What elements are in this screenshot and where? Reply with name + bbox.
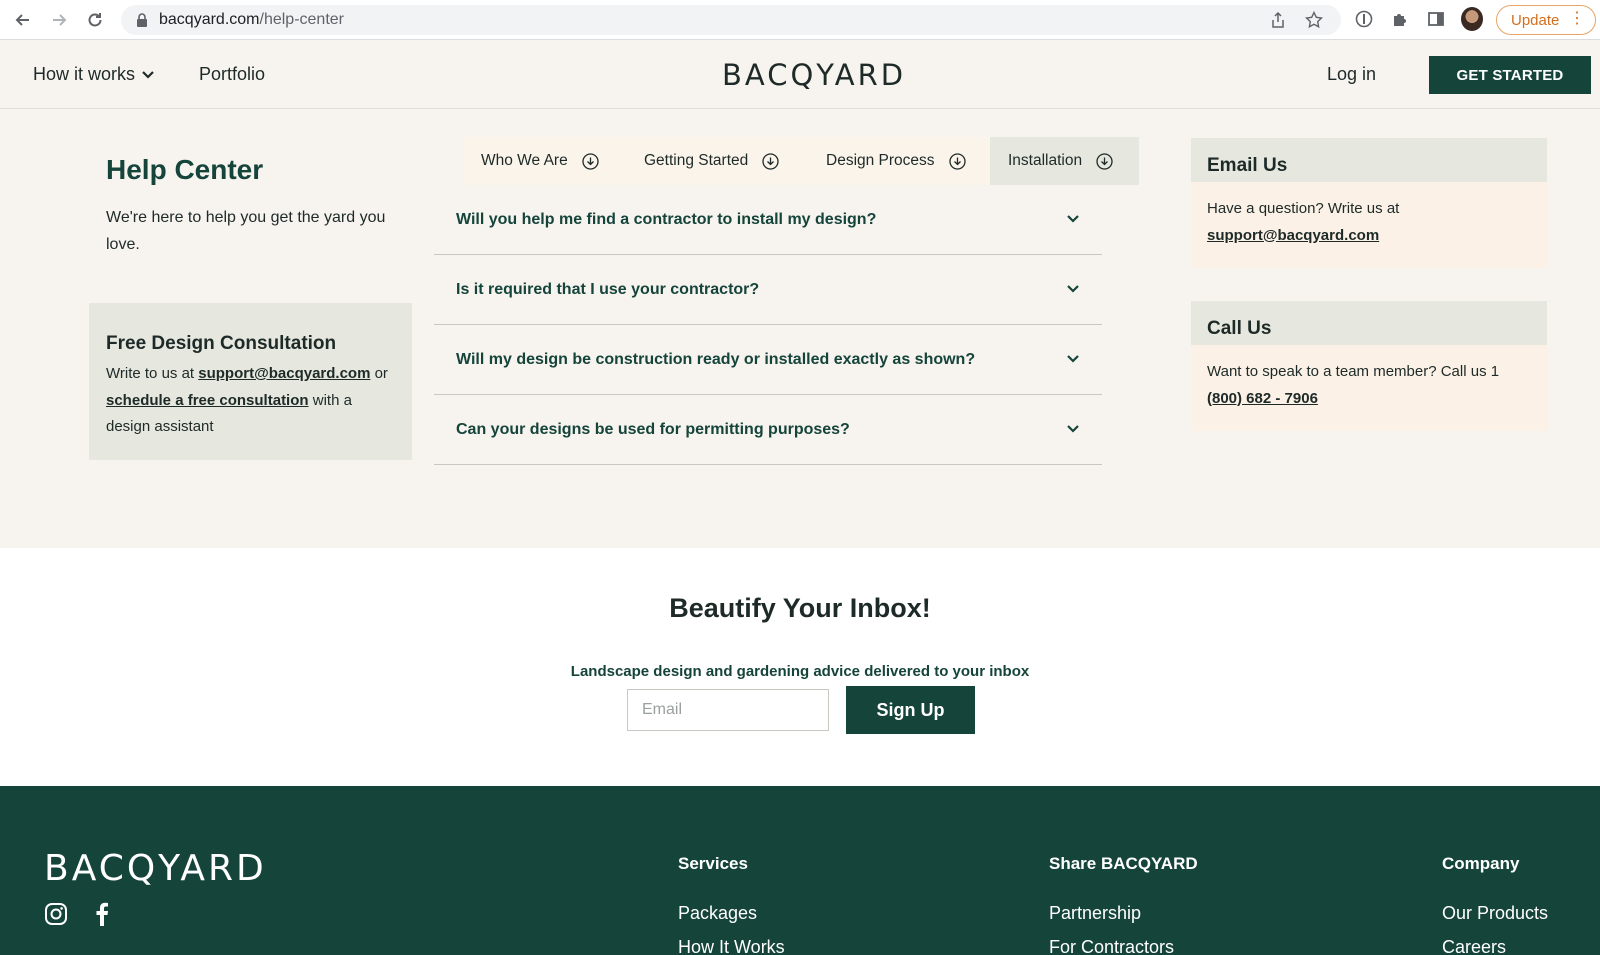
footer-heading-company: Company xyxy=(1442,854,1520,873)
reload-icon[interactable] xyxy=(82,7,108,33)
sign-up-button[interactable]: Sign Up xyxy=(846,686,975,734)
footer-link-partnership[interactable]: Partnership xyxy=(1049,900,1198,934)
share-icon[interactable] xyxy=(1269,11,1287,29)
consultation-title: Free Design Consultation xyxy=(106,333,337,354)
arrow-down-circle-icon xyxy=(582,152,599,170)
consultation-text-mid: or xyxy=(370,365,388,382)
site-footer: BACQYARD Services Packages How It Works … xyxy=(0,786,1600,955)
call-us-title: Call Us xyxy=(1191,301,1547,345)
consultation-text: Write to us at support@bacqyard.com or s… xyxy=(106,361,396,441)
bookmark-star-icon[interactable] xyxy=(1305,11,1323,29)
help-center-main: Help Center We're here to help you get t… xyxy=(0,110,1600,548)
password-manager-icon[interactable] xyxy=(1353,8,1375,30)
get-started-button[interactable]: GET STARTED xyxy=(1429,56,1591,94)
tab-label: Installation xyxy=(1008,152,1083,169)
faq-item[interactable]: Is it required that I use your contracto… xyxy=(434,255,1102,325)
tab-label: Getting Started xyxy=(644,152,749,169)
email-us-text: Have a question? Write us at xyxy=(1207,200,1400,217)
tab-label: Who We Are xyxy=(481,152,568,169)
footer-link-careers[interactable]: Careers xyxy=(1442,934,1548,955)
update-button[interactable]: Update ⋮ xyxy=(1496,5,1596,35)
chevron-down-icon xyxy=(1067,285,1079,293)
arrow-down-circle-icon xyxy=(762,152,779,170)
faq-item[interactable]: Will you help me find a contractor to in… xyxy=(434,185,1102,255)
avatar xyxy=(1461,7,1483,31)
lock-icon xyxy=(137,13,147,27)
arrow-down-circle-icon xyxy=(1096,152,1113,170)
profile-avatar[interactable] xyxy=(1461,7,1483,31)
site-logo[interactable]: BACQYARD xyxy=(722,58,906,92)
instagram-icon[interactable] xyxy=(44,902,68,926)
call-us-card: Call Us Want to speak to a team member? … xyxy=(1191,301,1547,431)
footer-col-services: Services Packages How It Works xyxy=(678,854,785,955)
email-us-title: Email Us xyxy=(1191,138,1547,182)
site-header: How it works Portfolio BACQYARD Log in G… xyxy=(0,40,1600,109)
footer-heading-services: Services xyxy=(678,854,748,873)
chevron-down-icon xyxy=(1067,355,1079,363)
faq-item[interactable]: Can your designs be used for permitting … xyxy=(434,395,1102,465)
consultation-text-prefix: Write to us at xyxy=(106,365,199,382)
support-email-link[interactable]: support@bacqyard.com xyxy=(1207,227,1379,244)
call-us-text: Want to speak to a team member? Call us … xyxy=(1207,363,1500,380)
nav-how-it-works[interactable]: How it works xyxy=(33,64,155,85)
address-bar[interactable]: bacqyard.com/help-center xyxy=(121,5,1341,35)
url-path: /help-center xyxy=(259,11,345,28)
footer-link-for-contractors[interactable]: For Contractors xyxy=(1049,934,1198,955)
footer-col-company: Company Our Products Careers xyxy=(1442,854,1548,955)
newsletter-email-input[interactable] xyxy=(627,689,829,731)
footer-link-our-products[interactable]: Our Products xyxy=(1442,900,1548,934)
faq-item[interactable]: Will my design be construction ready or … xyxy=(434,325,1102,395)
login-link[interactable]: Log in xyxy=(1327,64,1376,85)
footer-link-packages[interactable]: Packages xyxy=(678,900,785,934)
facebook-icon[interactable] xyxy=(90,902,114,926)
phone-link[interactable]: (800) 682 - 7906 xyxy=(1207,390,1318,407)
newsletter-section: Beautify Your Inbox! Landscape design an… xyxy=(0,548,1600,786)
faq-question: Can your designs be used for permitting … xyxy=(456,420,850,438)
newsletter-title: Beautify Your Inbox! xyxy=(669,593,931,623)
tab-installation[interactable]: Installation xyxy=(990,137,1139,185)
faq-question: Will my design be construction ready or … xyxy=(456,350,976,368)
page-subtitle: We're here to help you get the yard you … xyxy=(106,209,386,253)
footer-col-share: Share BACQYARD Partnership For Contracto… xyxy=(1049,854,1198,955)
forward-icon[interactable] xyxy=(46,7,72,33)
side-panel-icon[interactable] xyxy=(1425,8,1447,30)
extensions-puzzle-icon[interactable] xyxy=(1389,8,1411,30)
email-us-card: Email Us Have a question? Write us at su… xyxy=(1191,138,1547,268)
newsletter-subtitle: Landscape design and gardening advice de… xyxy=(570,663,1030,680)
chevron-down-icon xyxy=(1067,215,1079,223)
browser-toolbar: bacqyard.com/help-center Update ⋮ xyxy=(0,0,1600,40)
schedule-consultation-link[interactable]: schedule a free consultation xyxy=(106,392,309,409)
email-us-body: Have a question? Write us at support@bac… xyxy=(1191,182,1547,268)
tab-who-we-are[interactable]: Who We Are xyxy=(463,137,626,185)
chevron-down-icon xyxy=(1067,425,1079,433)
url-host: bacqyard.com xyxy=(159,11,260,28)
tab-design-process[interactable]: Design Process xyxy=(808,137,990,185)
page-title: Help Center xyxy=(106,154,264,185)
tab-getting-started[interactable]: Getting Started xyxy=(626,137,808,185)
nav-portfolio[interactable]: Portfolio xyxy=(199,64,265,85)
faq-question: Is it required that I use your contracto… xyxy=(456,280,760,298)
update-label: Update xyxy=(1511,11,1560,29)
footer-link-how-it-works[interactable]: How It Works xyxy=(678,934,785,955)
back-icon[interactable] xyxy=(10,7,36,33)
chevron-down-icon xyxy=(142,70,154,79)
social-links xyxy=(44,902,114,926)
faq-tabs: Who We Are Getting Started Design Proces… xyxy=(463,137,1139,185)
footer-logo[interactable]: BACQYARD xyxy=(44,848,267,889)
consultation-email-link[interactable]: support@bacqyard.com xyxy=(198,365,370,382)
faq-question: Will you help me find a contractor to in… xyxy=(456,210,877,228)
tab-label: Design Process xyxy=(826,152,935,169)
nav-how-label: How it works xyxy=(33,64,136,84)
arrow-down-circle-icon xyxy=(948,152,966,170)
more-vert-icon[interactable]: ⋮ xyxy=(1569,11,1585,27)
call-us-body: Want to speak to a team member? Call us … xyxy=(1191,345,1547,431)
consultation-card: Free Design Consultation Write to us at … xyxy=(89,303,412,460)
footer-heading-share: Share BACQYARD xyxy=(1049,854,1198,873)
